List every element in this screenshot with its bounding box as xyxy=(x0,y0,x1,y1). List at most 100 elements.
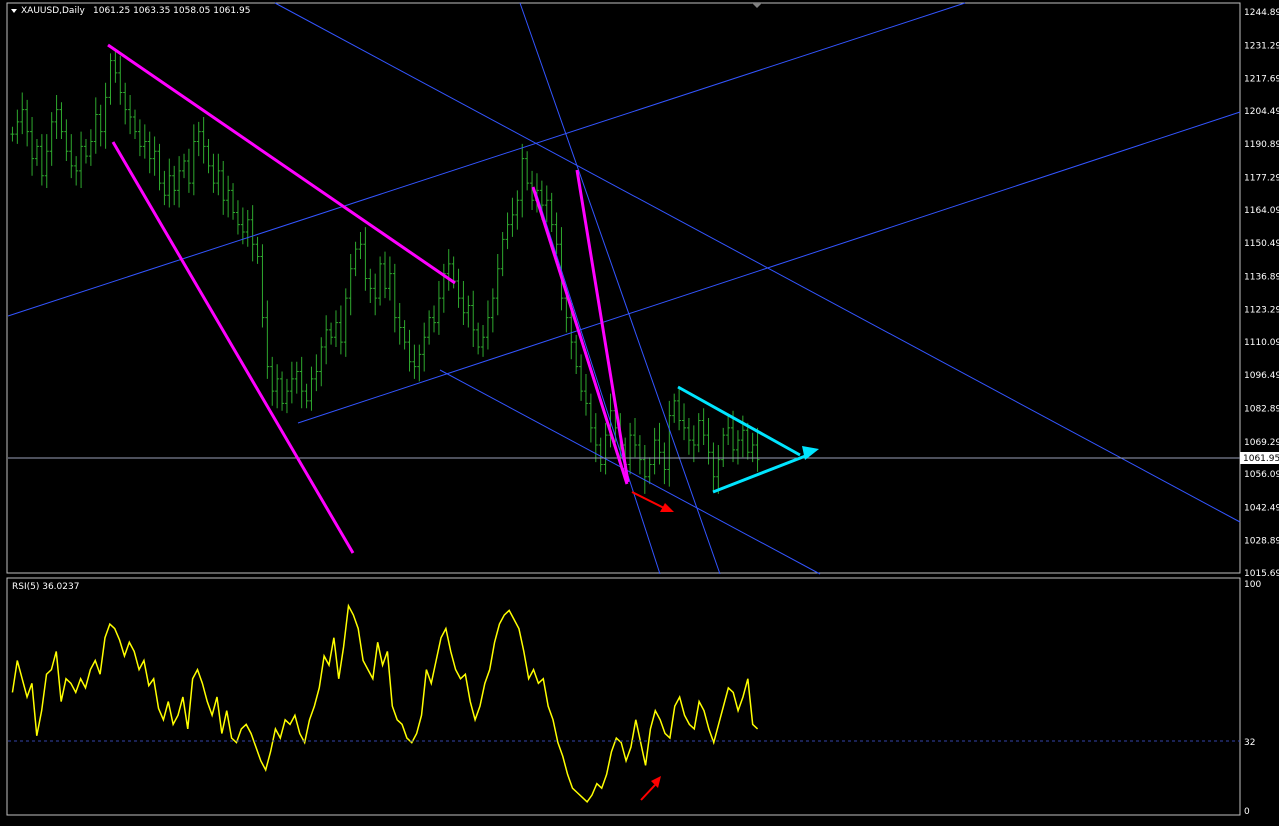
rsi-tick-0: 0 xyxy=(1244,807,1250,817)
ohlc-bar xyxy=(637,435,642,475)
ohlc-bar xyxy=(427,310,432,345)
price-tick-label: 1069.29 xyxy=(1244,438,1279,448)
price-tick-label: 1028.89 xyxy=(1244,537,1279,547)
ohlc-bar xyxy=(348,254,353,316)
ohlc-bar xyxy=(294,361,299,394)
price-axis: 1244.89 1231.29 1217.69 1204.49 1190.89 1177.… xyxy=(1244,8,1279,579)
ohlc-bar xyxy=(250,205,255,262)
ohlc-bar xyxy=(735,430,740,465)
ohlc-bar xyxy=(20,92,25,135)
ohlc-bar xyxy=(157,143,162,191)
rsi-title: RSI(5) 36.0237 xyxy=(12,582,79,592)
ohlc-bar xyxy=(466,295,471,328)
price-tick-label: 1244.89 xyxy=(1244,8,1279,18)
ohlc-bar xyxy=(554,212,559,255)
price-tick-label: 1164.09 xyxy=(1244,206,1279,216)
ohlc-bar xyxy=(304,383,309,409)
triangle-upper-line xyxy=(677,385,801,457)
ohlc-bar xyxy=(711,442,716,492)
symbol-menu-icon[interactable] xyxy=(11,9,17,13)
ohlc-bar xyxy=(186,148,191,193)
ohlc-bar xyxy=(682,403,687,441)
ohlc-bar xyxy=(358,232,363,259)
ohlc-bar xyxy=(211,153,216,193)
ohlc-bar xyxy=(603,422,608,475)
ohlc-bar xyxy=(167,158,172,208)
ohlc-bar xyxy=(436,280,441,335)
price-tick-label: 1096.49 xyxy=(1244,371,1279,381)
ohlc-bar xyxy=(275,364,280,409)
ohlc-bar xyxy=(191,124,196,196)
ohlc-bar xyxy=(329,322,334,345)
price-chart[interactable]: 1244.89 1231.29 1217.69 1204.49 1190.89 1177.… xyxy=(0,0,1279,826)
ohlc-bar xyxy=(83,139,88,164)
price-bars xyxy=(10,48,760,494)
ohlc-bar xyxy=(118,55,123,105)
ohlc-bar xyxy=(549,192,554,233)
ohlc-bar xyxy=(260,244,265,328)
ohlc-bar xyxy=(196,121,201,157)
ohlc-bar xyxy=(716,444,721,494)
ohlc-bar xyxy=(182,153,187,179)
price-tick-label: 1110.09 xyxy=(1244,338,1279,348)
ohlc-bar xyxy=(481,325,486,357)
ohlc-bar xyxy=(142,124,147,159)
ohlc-bar xyxy=(755,427,760,472)
price-tick-label: 1082.89 xyxy=(1244,405,1279,415)
ohlc-bar xyxy=(137,119,142,157)
ohlc-bar xyxy=(686,418,691,455)
ohlc-bar xyxy=(432,305,437,333)
red-arrow-rsi-head xyxy=(651,776,661,788)
chart-shift-marker-icon[interactable] xyxy=(752,3,762,8)
ohlc-bar xyxy=(544,185,549,223)
price-tick-label: 1015.69 xyxy=(1244,569,1279,579)
ohlc-bar xyxy=(378,256,383,306)
ohlc-bar xyxy=(647,457,652,485)
ohlc-bar xyxy=(662,442,667,485)
ohlc-bar xyxy=(343,288,348,357)
fan-line-steep-1 xyxy=(519,2,721,575)
ohlc-bar xyxy=(485,300,490,350)
ohlc-bar xyxy=(588,393,593,443)
ohlc-bar xyxy=(54,94,59,140)
ohlc-bar xyxy=(299,356,304,409)
channel-lines xyxy=(7,2,1241,575)
rsi-line xyxy=(11,603,759,804)
ohlc-bar xyxy=(64,119,69,162)
price-tick-label: 1042.49 xyxy=(1244,503,1279,513)
ohlc-bar xyxy=(338,305,343,355)
red-arrow-rsi-shaft xyxy=(640,784,656,801)
trendline-magenta-1 xyxy=(107,43,456,285)
ohlc-bar xyxy=(471,290,476,348)
ohlc-bar xyxy=(392,263,397,333)
ohlc-bar xyxy=(324,315,329,365)
ohlc-bar xyxy=(98,104,103,147)
price-tick-label: 1150.49 xyxy=(1244,239,1279,249)
price-tick-label: 1136.89 xyxy=(1244,272,1279,282)
ohlc-bar xyxy=(235,200,240,235)
ohlc-bar xyxy=(726,415,731,445)
ohlc-bar xyxy=(309,366,314,411)
rsi-panel-frame xyxy=(6,577,1241,816)
magenta-trendlines xyxy=(107,43,630,554)
ohlc-bar xyxy=(446,249,451,291)
ohlc-bar xyxy=(39,134,44,186)
ohlc-bar xyxy=(696,413,701,453)
ohlc-bar xyxy=(652,427,657,475)
ohlc-bar xyxy=(667,400,672,487)
ohlc-bar xyxy=(387,256,392,301)
ohlc-bar xyxy=(314,354,319,392)
channel-line-upper-left xyxy=(7,2,966,317)
ohlc-bar xyxy=(284,378,289,414)
symbol-title: XAUUSD,Daily xyxy=(21,6,85,16)
ohlc-bar xyxy=(510,197,515,237)
ohlc-bar xyxy=(74,156,79,186)
rsi-series xyxy=(11,603,759,804)
ohlc-bar xyxy=(270,356,275,406)
price-tick-label: 1177.29 xyxy=(1244,173,1279,183)
ohlc-bar xyxy=(456,268,461,308)
ohlc-bar xyxy=(88,129,93,166)
ohlc-bar xyxy=(628,422,633,475)
ohlc-bar xyxy=(93,97,98,154)
ohlc-bar xyxy=(407,329,412,372)
